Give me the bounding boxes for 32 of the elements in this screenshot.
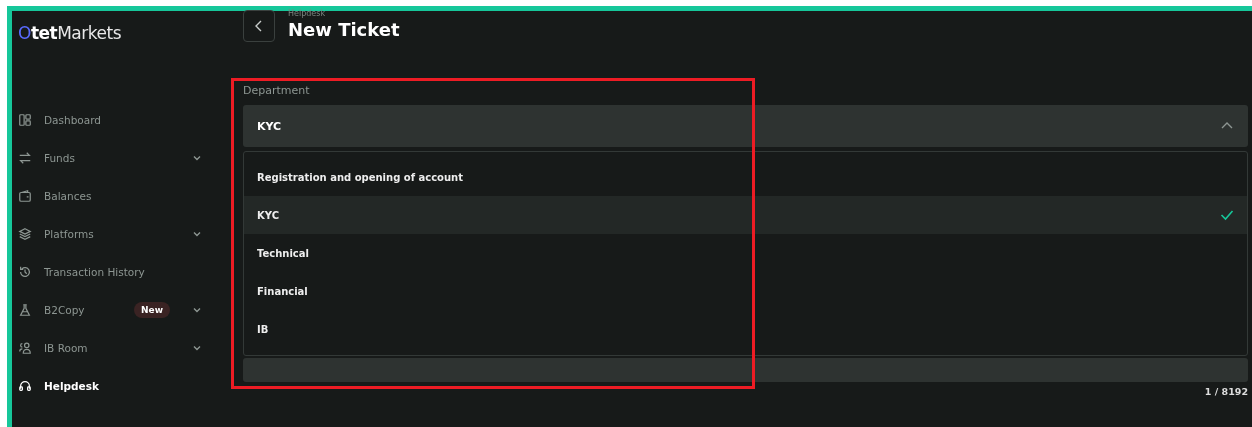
dropdown-option[interactable]: KYC — [244, 196, 1247, 234]
message-field[interactable] — [243, 358, 1248, 382]
department-select[interactable]: KYC — [243, 105, 1248, 147]
sidebar-item[interactable]: Helpdesk — [18, 367, 230, 405]
page-title: New Ticket — [288, 18, 400, 42]
dropdown-option[interactable]: Registration and opening of account — [244, 158, 1247, 196]
breadcrumb[interactable]: Helpdesk — [288, 10, 400, 18]
field-label: Department — [243, 84, 311, 97]
wallet-icon — [18, 189, 32, 203]
check-icon — [1220, 209, 1234, 221]
dropdown-option[interactable]: Technical — [244, 234, 1247, 272]
transfer-icon — [18, 151, 32, 165]
sidebar-item[interactable]: Platforms — [18, 215, 230, 253]
history-icon — [18, 265, 32, 279]
character-counter: 1 / 8192 — [1204, 386, 1248, 397]
back-button[interactable] — [243, 10, 275, 42]
dropdown-option[interactable]: Financial — [244, 272, 1247, 310]
sidebar-item[interactable]: Transaction History — [18, 253, 230, 291]
dropdown-option[interactable]: IB — [244, 310, 1247, 348]
flask-icon — [18, 303, 32, 317]
sidebar-item[interactable]: Dashboard — [18, 101, 230, 139]
sidebar-item[interactable]: B2Copy New — [18, 291, 230, 329]
layers-icon — [18, 227, 32, 241]
headset-icon — [18, 379, 32, 393]
logo: OtetMarkets — [18, 23, 121, 43]
dashboard-icon — [18, 113, 32, 127]
sidebar-item[interactable]: IB Room — [18, 329, 230, 367]
chevron-icon — [1220, 121, 1234, 131]
people-icon — [18, 341, 32, 355]
sidebar-item[interactable]: Funds — [18, 139, 230, 177]
sidebar-item[interactable]: Balances — [18, 177, 230, 215]
new-badge: New — [134, 302, 170, 318]
